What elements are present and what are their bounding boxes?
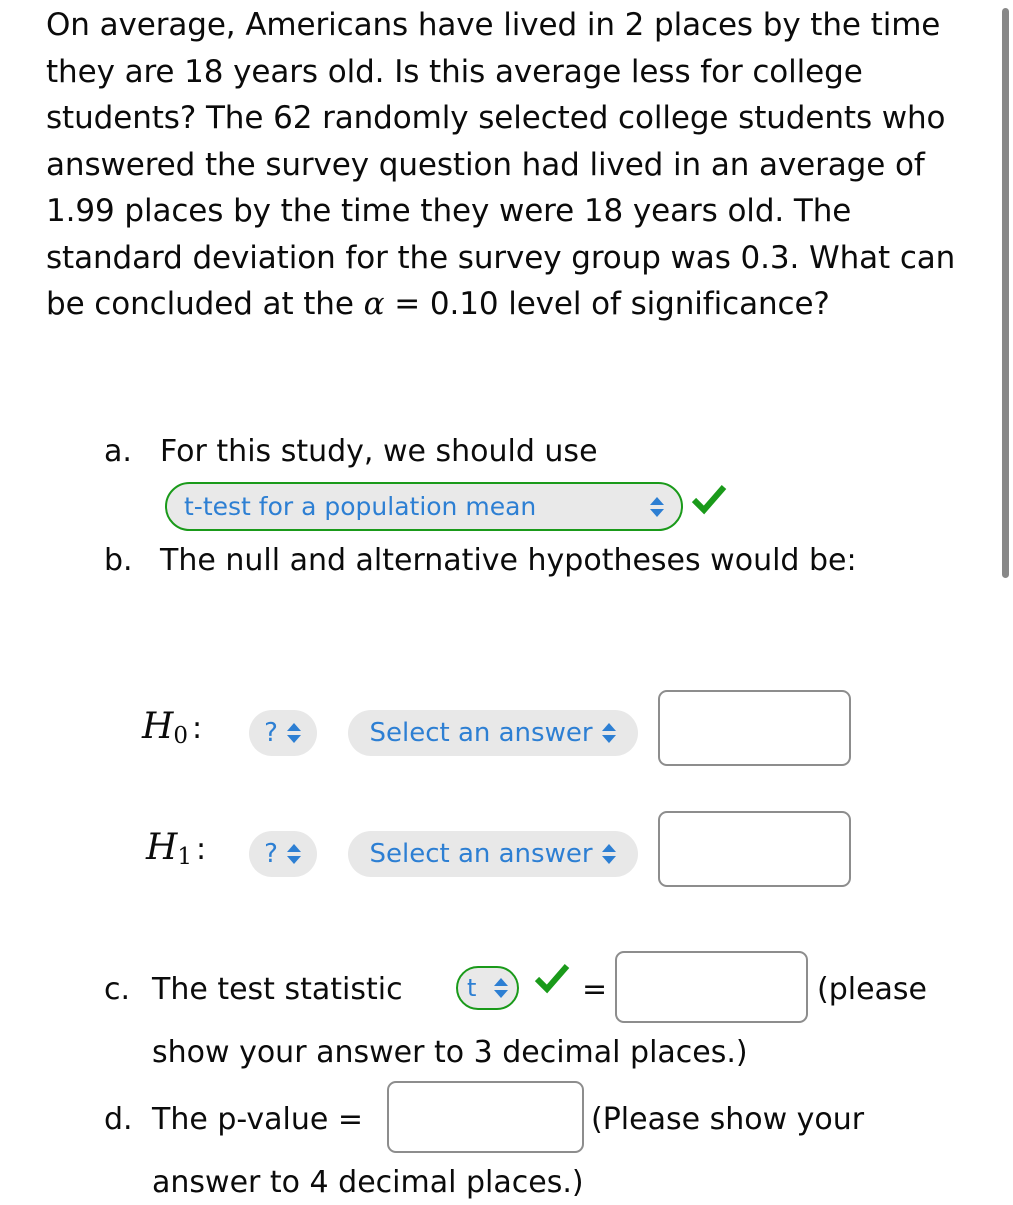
- check-icon: [691, 485, 727, 515]
- chevron-up-down-icon: [286, 721, 302, 745]
- select-test-type-value: t-test for a population mean: [184, 492, 537, 521]
- h1-operator-select[interactable]: ?: [249, 831, 317, 877]
- h0-label: H0:: [142, 706, 202, 749]
- part-c-equals: =: [582, 972, 608, 1007]
- chevron-up-down-icon: [286, 842, 302, 866]
- part-a-text: For this study, we should use: [160, 434, 598, 469]
- chevron-up-down-icon: [601, 721, 617, 745]
- part-b-marker: b.: [104, 543, 133, 578]
- test-statistic-input[interactable]: [615, 951, 808, 1023]
- scrollbar-thumb[interactable]: [1002, 8, 1009, 578]
- part-c-text: The test statistic: [152, 972, 403, 1007]
- h0-answer-value: Select an answer: [369, 718, 593, 748]
- h1-answer-select[interactable]: Select an answer: [348, 831, 638, 877]
- h0-label-h: H: [142, 706, 174, 747]
- chevron-up-down-icon: [649, 495, 665, 519]
- prompt-body: On average, Americans have lived in 2 pl…: [46, 7, 956, 322]
- h0-answer-select[interactable]: Select an answer: [348, 710, 638, 756]
- h1-label: H1:: [146, 827, 206, 870]
- h0-label-sub: 0: [173, 723, 189, 749]
- h1-value-input[interactable]: [658, 811, 851, 887]
- question-prompt: On average, Americans have lived in 2 pl…: [46, 2, 971, 328]
- check-icon: [534, 964, 570, 994]
- select-test-statistic-value: t: [467, 974, 477, 1002]
- scrollbar-track[interactable]: [999, 0, 1013, 1200]
- h1-answer-value: Select an answer: [369, 839, 593, 869]
- h1-label-colon: :: [196, 832, 207, 867]
- question-page: On average, Americans have lived in 2 pl…: [0, 0, 975, 1200]
- alpha-symbol: α: [363, 286, 385, 322]
- h0-value-input[interactable]: [658, 690, 851, 766]
- p-value-input[interactable]: [387, 1081, 584, 1153]
- part-d-tail-text: (Please show your: [591, 1102, 865, 1137]
- select-test-type[interactable]: t-test for a population mean: [165, 482, 683, 531]
- select-test-statistic[interactable]: t: [456, 966, 519, 1010]
- h0-operator-value: ?: [264, 718, 278, 748]
- h1-label-sub: 1: [177, 844, 193, 870]
- chevron-up-down-icon: [493, 976, 509, 1000]
- part-d-marker: d.: [104, 1102, 133, 1137]
- part-c-second-line: show your answer to 3 decimal places.): [152, 1035, 748, 1070]
- part-a-marker: a.: [104, 434, 132, 469]
- part-c-marker: c.: [104, 972, 131, 1007]
- part-d-second-line: answer to 4 decimal places.): [152, 1165, 584, 1200]
- part-c-tail-text: (please: [817, 972, 928, 1007]
- h1-operator-value: ?: [264, 839, 278, 869]
- chevron-up-down-icon: [601, 842, 617, 866]
- part-b-text: The null and alternative hypotheses woul…: [160, 543, 857, 578]
- h0-operator-select[interactable]: ?: [249, 710, 317, 756]
- h1-label-h: H: [146, 827, 178, 868]
- h0-label-colon: :: [192, 711, 203, 746]
- part-d-text: The p-value =: [152, 1102, 364, 1137]
- alpha-statement: = 0.10 level of significance?: [384, 286, 830, 322]
